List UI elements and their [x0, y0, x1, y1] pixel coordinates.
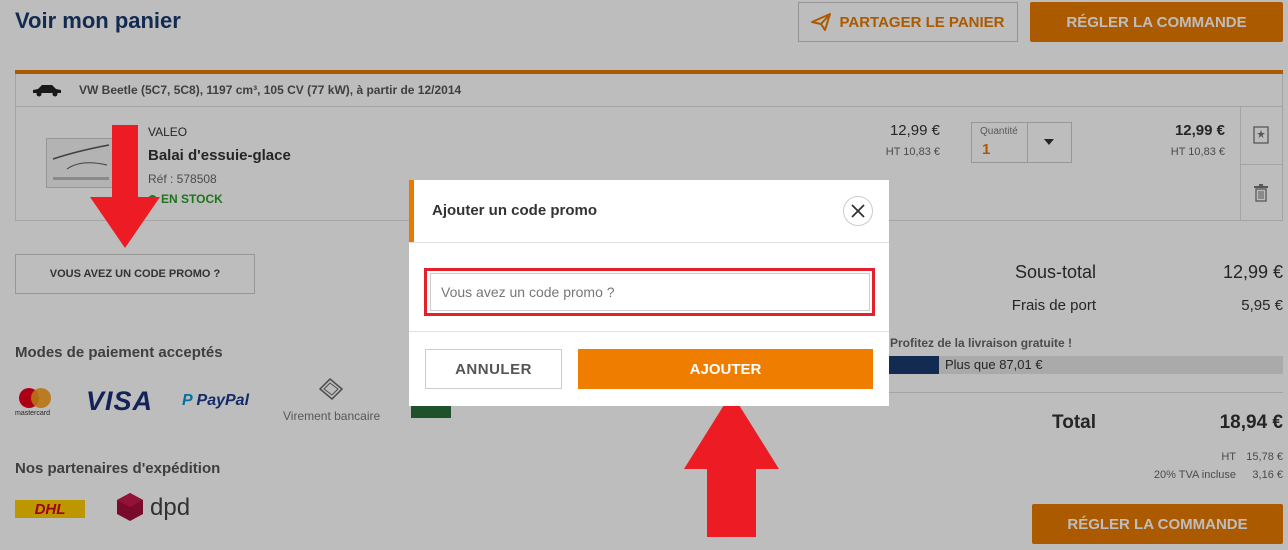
modal-close-button[interactable]: [843, 196, 873, 226]
add-promo-button[interactable]: AJOUTER: [578, 349, 873, 389]
close-icon: [851, 204, 865, 218]
modal-header-divider: [409, 242, 889, 243]
annotation-arrow-up: [684, 393, 779, 537]
cancel-button[interactable]: ANNULER: [425, 349, 562, 389]
modal-accent-bar: [409, 180, 414, 242]
annotation-arrow-down: [90, 125, 160, 248]
modal-footer-divider: [409, 331, 889, 332]
promo-code-input[interactable]: [430, 273, 870, 311]
modal-title: Ajouter un code promo: [432, 202, 597, 219]
